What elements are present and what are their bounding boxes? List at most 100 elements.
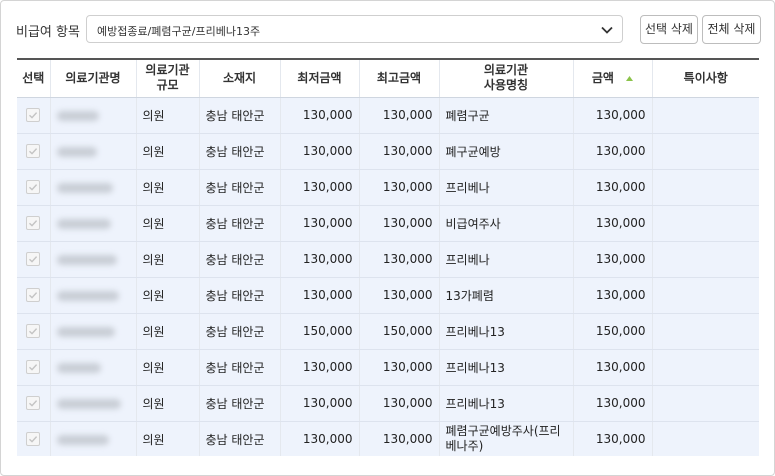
cell-name — [50, 421, 137, 456]
cell-usage: 프리베나 — [439, 241, 574, 278]
cell-note — [652, 169, 759, 206]
cell-scale: 의원 — [136, 241, 200, 278]
cell-min: 130,000 — [280, 97, 360, 134]
row-checkbox[interactable] — [26, 360, 41, 375]
cell-min: 130,000 — [280, 169, 360, 206]
header-usage: 의료기관 사용명칭 — [439, 58, 574, 98]
row-select-cell — [17, 421, 51, 456]
check-icon — [29, 112, 38, 119]
cell-max: 130,000 — [359, 205, 440, 242]
table-row[interactable]: 의원 충남 태안군 150,000 150,000 프리베나13 150,000 — [17, 313, 759, 350]
row-select-cell — [17, 385, 51, 422]
row-checkbox[interactable] — [26, 216, 41, 231]
row-select-cell — [17, 349, 51, 386]
row-checkbox[interactable] — [26, 252, 41, 267]
table-row[interactable]: 의원 충남 태안군 130,000 130,000 프리베나13 130,000 — [17, 349, 759, 386]
cell-scale: 의원 — [136, 313, 200, 350]
redacted-name — [56, 182, 113, 193]
cell-amount: 130,000 — [573, 133, 653, 170]
table-row[interactable]: 의원 충남 태안군 130,000 130,000 폐구균예방 130,000 — [17, 133, 759, 170]
cell-usage: 프리베나13 — [439, 385, 574, 422]
check-icon — [29, 184, 38, 191]
cell-name — [50, 169, 137, 206]
cell-scale: 의원 — [136, 205, 200, 242]
cell-max: 130,000 — [359, 169, 440, 206]
redacted-name — [56, 218, 111, 229]
cell-note — [652, 97, 759, 134]
header-location: 소재지 — [199, 58, 281, 98]
cell-location: 충남 태안군 — [199, 385, 281, 422]
panel: 비급여 항목 예방접종료/폐렴구균/프리베나13주 선택 삭제 전체 삭제 선택… — [0, 0, 775, 476]
cell-usage: 폐구균예방 — [439, 133, 574, 170]
table-row[interactable]: 의원 충남 태안군 130,000 130,000 프리베나 130,000 — [17, 169, 759, 206]
cell-scale: 의원 — [136, 277, 200, 314]
header-min: 최저금액 — [280, 58, 360, 98]
cell-note — [652, 133, 759, 170]
row-checkbox[interactable] — [26, 288, 41, 303]
row-checkbox[interactable] — [26, 324, 41, 339]
cell-amount: 130,000 — [573, 421, 653, 456]
cell-name — [50, 349, 137, 386]
check-icon — [29, 148, 38, 155]
row-select-cell — [17, 241, 51, 278]
cell-usage: 폐렴구균 — [439, 97, 574, 134]
cell-max: 150,000 — [359, 313, 440, 350]
redacted-name — [56, 434, 109, 445]
cell-amount: 130,000 — [573, 241, 653, 278]
cell-note — [652, 205, 759, 242]
cell-note — [652, 313, 759, 350]
cell-location: 충남 태안군 — [199, 133, 281, 170]
cell-note — [652, 277, 759, 314]
table-row[interactable]: 의원 충남 태안군 130,000 130,000 프리베나13 130,000 — [17, 385, 759, 422]
row-checkbox[interactable] — [26, 108, 41, 123]
check-icon — [29, 328, 38, 335]
cell-location: 충남 태안군 — [199, 421, 281, 456]
cell-min: 130,000 — [280, 241, 360, 278]
row-checkbox[interactable] — [26, 432, 41, 447]
cell-scale: 의원 — [136, 169, 200, 206]
cell-usage: 비급여주사 — [439, 205, 574, 242]
cell-min: 150,000 — [280, 313, 360, 350]
cell-name — [50, 97, 137, 134]
cell-scale: 의원 — [136, 97, 200, 134]
row-select-cell — [17, 97, 51, 134]
cell-max: 130,000 — [359, 97, 440, 134]
delete-all-button[interactable]: 전체 삭제 — [702, 15, 761, 44]
row-checkbox[interactable] — [26, 396, 41, 411]
check-icon — [29, 436, 38, 443]
redacted-name — [56, 362, 101, 373]
header-amount[interactable]: 금액 — [573, 58, 653, 98]
header-scale-line1: 의료기관 — [145, 63, 190, 78]
table-row[interactable]: 의원 충남 태안군 130,000 130,000 비급여주사 130,000 — [17, 205, 759, 242]
cell-usage: 13가폐렴 — [439, 277, 574, 314]
cell-max: 130,000 — [359, 349, 440, 386]
table-row[interactable]: 의원 충남 태안군 130,000 130,000 13가폐렴 130,000 — [17, 277, 759, 314]
cell-location: 충남 태안군 — [199, 205, 281, 242]
cell-location: 충남 태안군 — [199, 169, 281, 206]
cell-name — [50, 133, 137, 170]
header-note: 특이사항 — [652, 58, 759, 98]
cell-amount: 130,000 — [573, 277, 653, 314]
table-row[interactable]: 의원 충남 태안군 130,000 130,000 프리베나 130,000 — [17, 241, 759, 278]
item-select-value: 예방접종료/폐렴구균/프리베나13주 — [97, 25, 261, 38]
redacted-name — [56, 398, 121, 409]
cell-max: 130,000 — [359, 241, 440, 278]
cell-name — [50, 205, 137, 242]
header-usage-line1: 의료기관 — [483, 63, 529, 78]
table-row[interactable]: 의원 충남 태안군 130,000 130,000 폐렴구균예방주사(프리베나주) 130… — [17, 421, 759, 456]
table-row[interactable]: 의원 충남 태안군 130,000 130,000 폐렴구균 130,000 — [17, 97, 759, 134]
cell-amount: 130,000 — [573, 97, 653, 134]
cell-note — [652, 241, 759, 278]
cell-min: 130,000 — [280, 133, 360, 170]
cell-min: 130,000 — [280, 277, 360, 314]
cell-amount: 150,000 — [573, 313, 653, 350]
item-select[interactable]: 예방접종료/폐렴구균/프리베나13주 — [86, 15, 623, 43]
cell-location: 충남 태안군 — [199, 241, 281, 278]
table-body: 의원 충남 태안군 130,000 130,000 폐렴구균 130,000 의원 충남 태안… — [17, 97, 759, 456]
delete-selected-button[interactable]: 선택 삭제 — [640, 15, 698, 44]
row-checkbox[interactable] — [26, 144, 41, 159]
header-select: 선택 — [17, 58, 51, 98]
row-checkbox[interactable] — [26, 180, 41, 195]
cell-scale: 의원 — [136, 349, 200, 386]
cell-max: 130,000 — [359, 277, 440, 314]
